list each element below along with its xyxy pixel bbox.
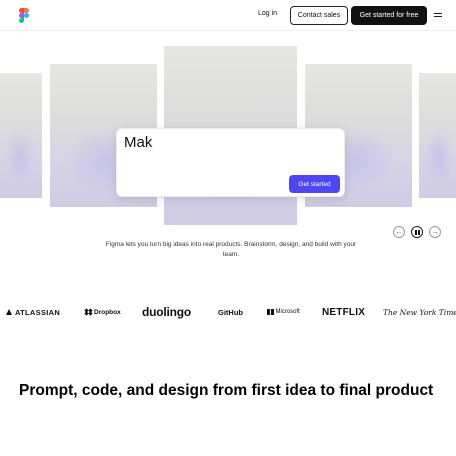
pause-icon[interactable] [411, 226, 423, 238]
contact-sales-button[interactable]: Contact sales [290, 6, 348, 25]
dropbox-mark-icon [84, 308, 93, 316]
menu-icon[interactable] [434, 13, 442, 18]
netflix-logo: NETFLIX [322, 306, 366, 318]
duolingo-logo: duolingo [142, 305, 192, 319]
microsoft-logo: Microsoft [267, 304, 300, 320]
prompt-get-started-button[interactable]: Get started [289, 175, 340, 193]
dropbox-logo: Dropbox [84, 304, 121, 320]
prompt-box[interactable]: Mak Get started [116, 128, 345, 197]
hero-tagline: Figma lets you turn big ideas into real … [105, 241, 357, 258]
github-logo: GitHub [218, 307, 243, 317]
prompt-input-text[interactable]: Mak [124, 134, 152, 151]
arrow-right-icon[interactable]: → [429, 226, 441, 238]
section-headline: Prompt, code, and design from first idea… [19, 382, 434, 399]
atlassian-mark-icon [6, 309, 12, 315]
site-header: Log in Contact sales Get started for fre… [0, 0, 456, 31]
get-started-free-button[interactable]: Get started for free [351, 6, 427, 25]
microsoft-mark-icon [267, 308, 274, 316]
nyt-logo: The New York Times [383, 307, 456, 317]
arrow-left-icon[interactable]: ← [393, 226, 405, 238]
carousel-card [419, 73, 456, 198]
carousel-card [0, 73, 42, 198]
atlassian-logo: ATLASSIAN [6, 304, 60, 320]
login-link[interactable]: Log in [258, 10, 277, 17]
figma-logo[interactable] [19, 8, 29, 23]
